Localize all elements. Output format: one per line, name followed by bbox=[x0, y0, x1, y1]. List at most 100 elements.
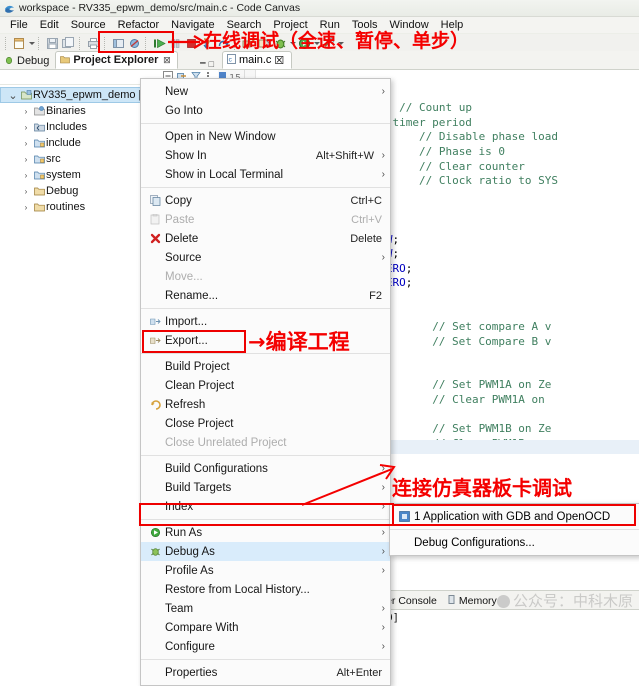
project-explorer-icon bbox=[60, 54, 71, 67]
print-icon[interactable] bbox=[86, 36, 101, 51]
run-launch-icon[interactable] bbox=[297, 36, 312, 51]
c-file-icon: c bbox=[227, 53, 236, 67]
chevron-right-icon[interactable]: › bbox=[20, 155, 32, 164]
menu-item-configure[interactable]: Configure › bbox=[141, 637, 390, 656]
step-into-icon[interactable] bbox=[200, 36, 215, 51]
resume-icon[interactable] bbox=[152, 36, 167, 51]
menu-run[interactable]: Run bbox=[314, 18, 346, 33]
save-all-icon[interactable] bbox=[61, 36, 76, 51]
chevron-right-icon[interactable]: › bbox=[20, 139, 32, 148]
menu-item-copy[interactable]: Copy Ctrl+C bbox=[141, 191, 390, 210]
submenu-item-1-application-with-gdb-and-openocd[interactable]: 1 Application with GDB and OpenOCD bbox=[390, 507, 639, 526]
menu-item-compare-with[interactable]: Compare With › bbox=[141, 618, 390, 637]
menu-project[interactable]: Project bbox=[267, 18, 313, 33]
chevron-right-icon[interactable]: › bbox=[20, 171, 32, 180]
chevron-right-icon: › bbox=[381, 527, 385, 538]
menu-item-team[interactable]: Team › bbox=[141, 599, 390, 618]
view-tab-bar[interactable]: Debug Project Explorer ☒ ━ □ bbox=[0, 51, 218, 69]
minimize-icon[interactable]: ━ bbox=[200, 58, 205, 69]
menu-item-run-as[interactable]: Run As › bbox=[141, 523, 390, 542]
menu-item-build-targets[interactable]: Build Targets › bbox=[141, 478, 390, 497]
menu-item-import[interactable]: Import... bbox=[141, 312, 390, 331]
build-project-icon[interactable] bbox=[257, 36, 272, 51]
menu-refactor[interactable]: Refactor bbox=[112, 18, 166, 33]
menu-item-clean-project[interactable]: Clean Project bbox=[141, 376, 390, 395]
paste-icon bbox=[145, 214, 165, 225]
close-icon[interactable]: ☒ bbox=[163, 56, 170, 65]
chevron-right-icon[interactable]: › bbox=[20, 187, 32, 196]
tab-debug[interactable]: Debug bbox=[0, 53, 55, 69]
editor-tab-bar[interactable]: c main.c ☒ bbox=[218, 51, 639, 69]
step-over-icon[interactable] bbox=[216, 36, 231, 51]
project-context-menu[interactable]: New › Go Into Open in New Window Show In Alt+… bbox=[140, 78, 391, 686]
menu-edit[interactable]: Edit bbox=[34, 18, 65, 33]
menu-navigate[interactable]: Navigate bbox=[165, 18, 220, 33]
menu-item-refresh[interactable]: Refresh bbox=[141, 395, 390, 414]
open-perspective-icon[interactable] bbox=[111, 36, 126, 51]
menu-search[interactable]: Search bbox=[221, 18, 268, 33]
menu-item-shortcut: Alt+Shift+W bbox=[315, 149, 374, 162]
new-wizard-dropdown-icon[interactable] bbox=[28, 36, 35, 51]
new-wizard-icon[interactable] bbox=[12, 36, 27, 51]
chevron-down-icon[interactable]: ⌄ bbox=[7, 89, 19, 102]
chevron-right-icon[interactable]: › bbox=[20, 107, 32, 116]
console-tab-memory[interactable]: Memory bbox=[442, 593, 502, 609]
menu-item-move: Move... bbox=[141, 267, 390, 286]
menu-item-go-into[interactable]: Go Into bbox=[141, 101, 390, 120]
menu-item-debug-as[interactable]: Debug As › bbox=[141, 542, 390, 561]
svg-text:c: c bbox=[229, 56, 233, 63]
menu-item-close-project[interactable]: Close Project bbox=[141, 414, 390, 433]
menu-window[interactable]: Window bbox=[384, 18, 435, 33]
menu-item-source[interactable]: Source › bbox=[141, 248, 390, 267]
menu-file[interactable]: File bbox=[4, 18, 34, 33]
tree-item-label: src bbox=[46, 153, 61, 165]
debug-dropdown-icon[interactable] bbox=[289, 36, 296, 51]
menu-item-build-project[interactable]: Build Project bbox=[141, 357, 390, 376]
window-title: workspace - RV335_epwm_demo/src/main.c -… bbox=[19, 2, 301, 14]
menu-item-delete[interactable]: Delete Delete bbox=[141, 229, 390, 248]
menu-separator bbox=[141, 659, 390, 660]
toolbar-grip bbox=[79, 37, 83, 50]
terminate-icon[interactable] bbox=[184, 36, 199, 51]
menu-item-label: Build Targets bbox=[165, 481, 232, 494]
close-icon[interactable]: ☒ bbox=[274, 54, 284, 67]
menu-item-export[interactable]: Export... bbox=[141, 331, 390, 350]
chevron-right-icon[interactable]: › bbox=[20, 123, 32, 132]
copy-icon bbox=[145, 195, 165, 206]
menu-item-label: Show in Local Terminal bbox=[165, 168, 284, 181]
tab-project-explorer[interactable]: Project Explorer ☒ bbox=[55, 51, 178, 69]
menu-item-index[interactable]: Index › bbox=[141, 497, 390, 516]
debug-as-submenu[interactable]: 1 Application with GDB and OpenOCD Debug … bbox=[389, 503, 639, 556]
build-all-icon[interactable] bbox=[241, 36, 256, 51]
external-tools-dropdown-icon[interactable] bbox=[337, 36, 344, 51]
save-icon[interactable] bbox=[45, 36, 60, 51]
menu-item-new[interactable]: New › bbox=[141, 82, 390, 101]
title-bar: workspace - RV335_epwm_demo/src/main.c -… bbox=[0, 0, 639, 17]
menu-item-open-in-new-window[interactable]: Open in New Window bbox=[141, 127, 390, 146]
menu-item-show-in-local-terminal[interactable]: Show in Local Terminal › bbox=[141, 165, 390, 184]
maximize-icon[interactable]: □ bbox=[209, 59, 214, 69]
debug-launch-icon[interactable] bbox=[273, 36, 288, 51]
menu-item-properties[interactable]: Properties Alt+Enter bbox=[141, 663, 390, 682]
menu-separator bbox=[141, 308, 390, 309]
submenu-item-debug-configurations[interactable]: Debug Configurations... bbox=[390, 533, 639, 552]
skip-breakpoints-icon[interactable] bbox=[127, 36, 142, 51]
suspend-icon[interactable] bbox=[168, 36, 183, 51]
run-dropdown-icon[interactable] bbox=[313, 36, 320, 51]
delete-icon bbox=[145, 233, 165, 244]
menu-item-restore-from-local-history[interactable]: Restore from Local History... bbox=[141, 580, 390, 599]
tab-main-c[interactable]: c main.c ☒ bbox=[222, 51, 293, 69]
menu-bar[interactable]: File Edit Source Refactor Navigate Search Proj… bbox=[0, 17, 639, 34]
menu-item-label: Open in New Window bbox=[165, 130, 276, 143]
menu-item-show-in[interactable]: Show In Alt+Shift+W › bbox=[141, 146, 390, 165]
view-minmax-controls[interactable]: ━ □ bbox=[200, 58, 218, 69]
menu-item-profile-as[interactable]: Profile As › bbox=[141, 561, 390, 580]
menu-item-build-configurations[interactable]: Build Configurations › bbox=[141, 459, 390, 478]
chevron-right-icon[interactable]: › bbox=[20, 203, 32, 212]
menu-item-rename[interactable]: Rename... F2 bbox=[141, 286, 390, 305]
menu-tools[interactable]: Tools bbox=[346, 18, 384, 33]
menu-help[interactable]: Help bbox=[435, 18, 470, 33]
console-tab-label: Memory bbox=[458, 595, 497, 607]
menu-source[interactable]: Source bbox=[65, 18, 112, 33]
external-tools-icon[interactable] bbox=[321, 36, 336, 51]
